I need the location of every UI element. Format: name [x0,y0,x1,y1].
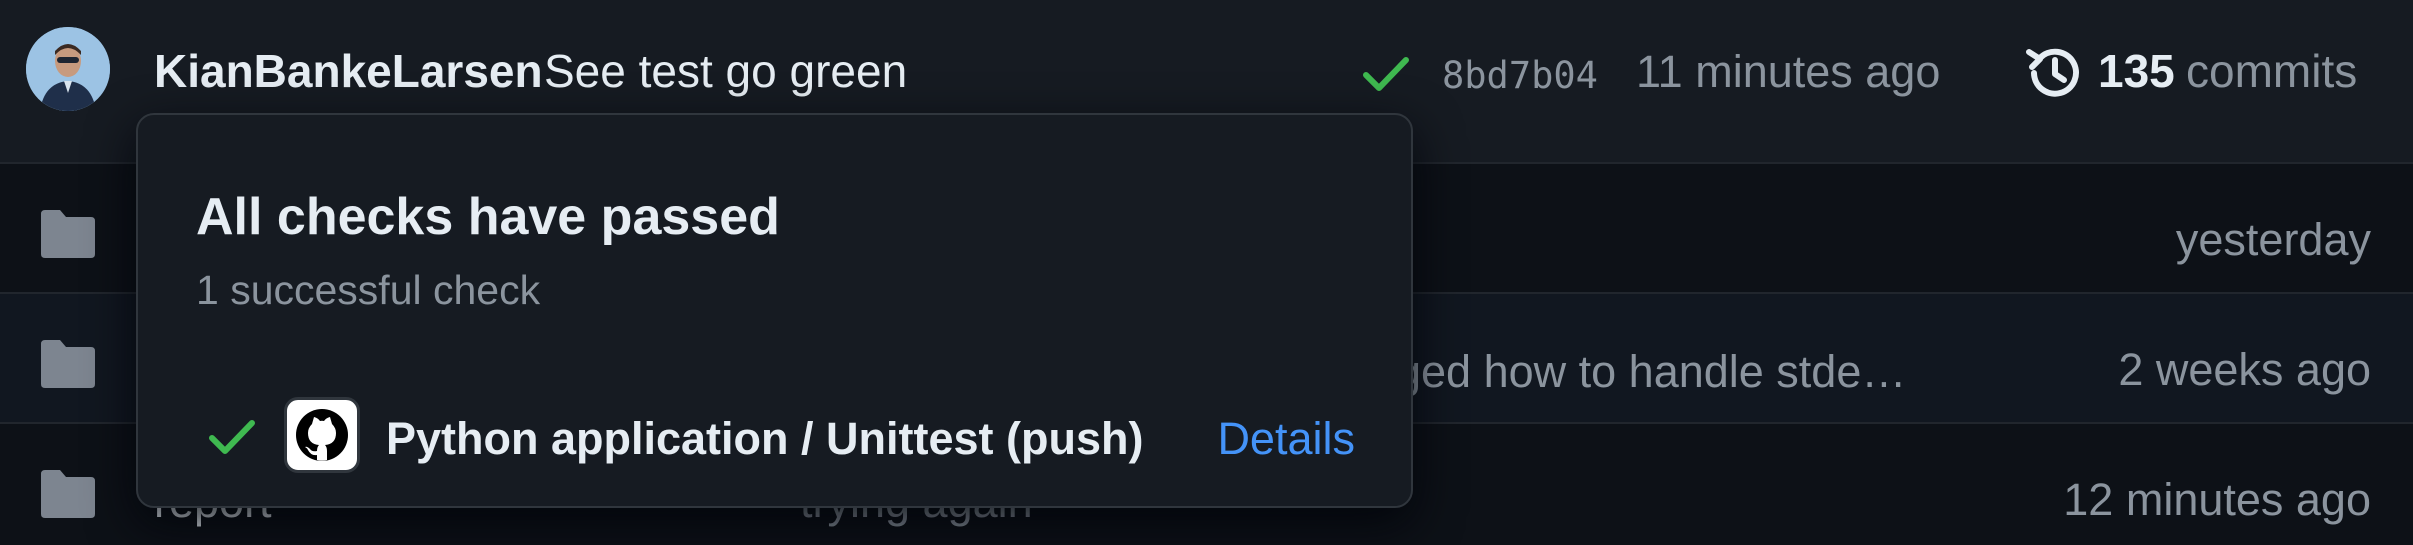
checks-popover: All checks have passed 1 successful chec… [136,113,1413,508]
check-run-item: Python application / Unittest (push) Det… [138,387,1411,483]
check-icon [208,417,256,457]
commit-sha-link[interactable]: 8bd7b04 [1442,54,1598,97]
details-link[interactable]: Details [1217,413,1355,465]
popover-title: All checks have passed [196,188,780,246]
commit-author-link[interactable]: KianBankeLarsen [154,44,543,98]
popover-subtitle: 1 successful check [196,267,541,313]
author-avatar[interactable] [26,27,110,111]
commit-count-label[interactable]: commits [2186,44,2357,98]
commit-time: 11 minutes ago [1636,46,1941,97]
commit-count[interactable]: 135 [2098,44,2175,98]
folder-icon [38,208,98,260]
file-commit-message[interactable]: ged how to handle stde… [1396,346,1906,398]
history-icon[interactable] [2024,42,2086,104]
file-time: yesterday [2175,214,2371,265]
file-time: 2 weeks ago [2118,344,2371,395]
check-run-name: Python application / Unittest (push) [386,413,1144,464]
github-logo-icon [284,397,360,473]
check-icon[interactable] [1362,54,1410,94]
commit-message-link[interactable]: See test go green [544,44,907,98]
folder-icon [38,338,98,390]
file-time: 12 minutes ago [2063,474,2371,525]
folder-icon [38,468,98,520]
